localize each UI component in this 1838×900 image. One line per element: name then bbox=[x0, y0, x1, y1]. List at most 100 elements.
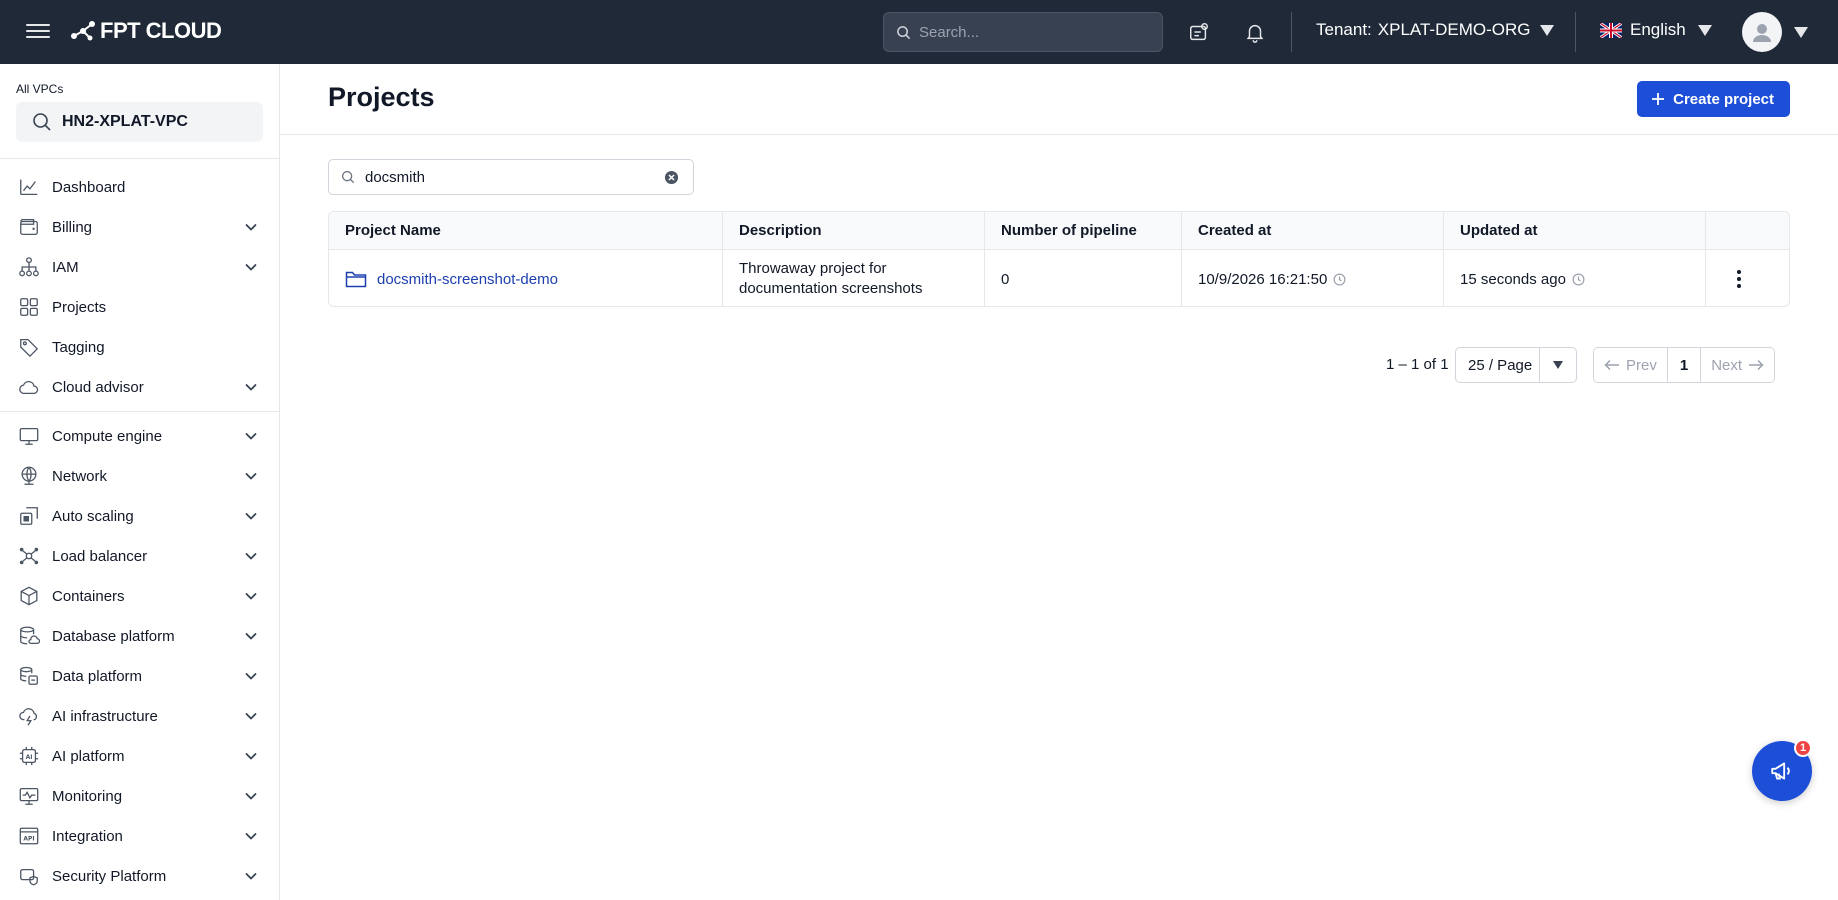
vpc-value: HN2-XPLAT-VPC bbox=[62, 113, 188, 130]
topbar-divider bbox=[1575, 12, 1576, 52]
database-icon bbox=[18, 625, 40, 647]
column-header-pipelines: Number of pipeline bbox=[985, 212, 1182, 249]
table-row[interactable]: docsmith-screenshot-demo Throwaway proje… bbox=[329, 250, 1789, 306]
next-page-button[interactable]: Next bbox=[1701, 348, 1774, 382]
menu-icon[interactable] bbox=[26, 20, 50, 44]
next-label: Next bbox=[1711, 356, 1743, 374]
tag-icon bbox=[18, 336, 40, 358]
sidebar-item-cloud-advisor[interactable]: Cloud advisor bbox=[0, 367, 280, 407]
chevron-down-icon[interactable] bbox=[244, 589, 258, 603]
vpc-label: All VPCs bbox=[16, 82, 64, 96]
description-line: documentation screenshots bbox=[739, 280, 923, 297]
sidebar-item-billing[interactable]: Billing bbox=[0, 207, 280, 247]
chevron-down-icon[interactable] bbox=[244, 429, 258, 443]
sidebar-item-auto-scaling[interactable]: Auto scaling bbox=[0, 496, 280, 536]
tenant-selector[interactable]: Tenant: XPLAT-DEMO-ORG bbox=[1316, 20, 1555, 40]
vpc-selector[interactable]: HN2-XPLAT-VPC bbox=[16, 102, 263, 142]
chevron-down-icon[interactable] bbox=[244, 220, 258, 234]
sidebar-item-data-platform[interactable]: Data platform bbox=[0, 656, 280, 696]
prev-page-button[interactable]: Prev bbox=[1594, 348, 1667, 382]
sidebar-item-monitoring[interactable]: Monitoring bbox=[0, 776, 280, 816]
created-at-value: 10/9/2026 16:21:50 bbox=[1198, 270, 1328, 288]
chevron-down-icon[interactable] bbox=[244, 549, 258, 563]
sidebar-item-containers[interactable]: Containers bbox=[0, 576, 280, 616]
sidebar-item-integration[interactable]: API Integration bbox=[0, 816, 280, 856]
sidebar-item-load-balancer[interactable]: Load balancer bbox=[0, 536, 280, 576]
chevron-down-icon[interactable] bbox=[244, 869, 258, 883]
sidebar-item-label: Containers bbox=[52, 587, 125, 605]
bell-icon[interactable] bbox=[1243, 20, 1267, 44]
sidebar-item-label: Projects bbox=[52, 298, 107, 316]
chevron-down-icon[interactable] bbox=[244, 709, 258, 723]
project-name-link[interactable]: docsmith-screenshot-demo bbox=[329, 250, 723, 306]
description-line: Throwaway project for bbox=[739, 260, 887, 277]
user-menu[interactable] bbox=[1742, 12, 1808, 52]
page-number-button[interactable]: 1 bbox=[1666, 348, 1702, 382]
more-vertical-icon[interactable] bbox=[1737, 270, 1741, 288]
caret-down-icon bbox=[1794, 26, 1808, 38]
sidebar-item-network[interactable]: Network bbox=[0, 456, 280, 496]
page-size-select[interactable]: 25 / Page bbox=[1455, 347, 1577, 383]
caret-down-icon bbox=[1697, 24, 1712, 36]
contact-card-icon[interactable] bbox=[1187, 20, 1211, 44]
folder-icon bbox=[345, 271, 367, 288]
scaling-icon bbox=[18, 505, 40, 527]
sidebar-item-label: Database platform bbox=[52, 627, 175, 645]
chart-line-icon bbox=[18, 176, 40, 198]
pagination-info: 1 – 1 of 1 bbox=[1386, 356, 1449, 373]
sidebar-item-ai-infrastructure[interactable]: AI infrastructure bbox=[0, 696, 280, 736]
page-size-value: 25 / Page bbox=[1468, 356, 1533, 374]
logo[interactable]: FPT CLOUD bbox=[70, 18, 222, 44]
grid-icon bbox=[18, 296, 40, 318]
cloud-icon bbox=[18, 376, 40, 398]
updated-at-value: 15 seconds ago bbox=[1460, 270, 1566, 288]
svg-text:API: API bbox=[23, 836, 34, 843]
plus-icon bbox=[1652, 93, 1665, 105]
sidebar-item-compute-engine[interactable]: Compute engine bbox=[0, 416, 280, 456]
chevron-down-icon[interactable] bbox=[244, 749, 258, 763]
sidebar-item-label: Auto scaling bbox=[52, 507, 134, 525]
sidebar-item-projects[interactable]: Projects bbox=[0, 287, 280, 327]
sidebar-item-dashboard[interactable]: Dashboard bbox=[0, 167, 280, 207]
project-search[interactable] bbox=[328, 159, 694, 195]
global-search[interactable] bbox=[883, 12, 1163, 52]
sidebar-item-ai-platform[interactable]: AI AI platform bbox=[0, 736, 280, 776]
sidebar-item-iam[interactable]: IAM bbox=[0, 247, 280, 287]
create-project-button[interactable]: Create project bbox=[1637, 81, 1790, 117]
projects-table: Project Name Description Number of pipel… bbox=[328, 211, 1790, 307]
sidebar-item-security-platform[interactable]: Security Platform bbox=[0, 856, 280, 896]
language-selector[interactable]: English bbox=[1600, 20, 1712, 40]
avatar bbox=[1742, 12, 1782, 52]
sidebar-item-label: AI platform bbox=[52, 747, 125, 765]
prev-label: Prev bbox=[1626, 356, 1657, 374]
project-name: docsmith-screenshot-demo bbox=[377, 270, 558, 288]
globe-icon bbox=[18, 465, 40, 487]
column-header-updated-at: Updated at bbox=[1444, 212, 1706, 249]
chevron-down-icon[interactable] bbox=[244, 629, 258, 643]
project-search-input[interactable] bbox=[365, 168, 655, 186]
chevron-down-icon[interactable] bbox=[244, 669, 258, 683]
sidebar-item-tagging[interactable]: Tagging bbox=[0, 327, 280, 367]
cloud-bolt-icon bbox=[18, 705, 40, 727]
chevron-down-icon[interactable] bbox=[244, 469, 258, 483]
global-search-input[interactable] bbox=[919, 23, 1139, 41]
sidebar-item-database-platform[interactable]: Database platform bbox=[0, 616, 280, 656]
chevron-down-icon[interactable] bbox=[244, 509, 258, 523]
sidebar-item-label: Tagging bbox=[52, 338, 105, 356]
chevron-down-icon[interactable] bbox=[244, 380, 258, 394]
clock-icon bbox=[1333, 273, 1346, 285]
page-title: Projects bbox=[328, 82, 435, 112]
chevron-down-icon[interactable] bbox=[244, 789, 258, 803]
chevron-down-icon[interactable] bbox=[244, 829, 258, 843]
cube-icon bbox=[18, 585, 40, 607]
topbar-divider bbox=[1291, 12, 1292, 52]
clear-icon[interactable] bbox=[664, 170, 679, 185]
clock-icon bbox=[1572, 273, 1585, 285]
sidebar-item-label: Integration bbox=[52, 827, 123, 845]
sidebar-divider bbox=[0, 158, 280, 159]
chevron-down-icon[interactable] bbox=[244, 260, 258, 274]
caret-down-icon bbox=[1538, 348, 1576, 382]
data-stack-icon bbox=[18, 665, 40, 687]
user-icon bbox=[1753, 24, 1771, 42]
sidebar-item-label: Data platform bbox=[52, 667, 143, 685]
